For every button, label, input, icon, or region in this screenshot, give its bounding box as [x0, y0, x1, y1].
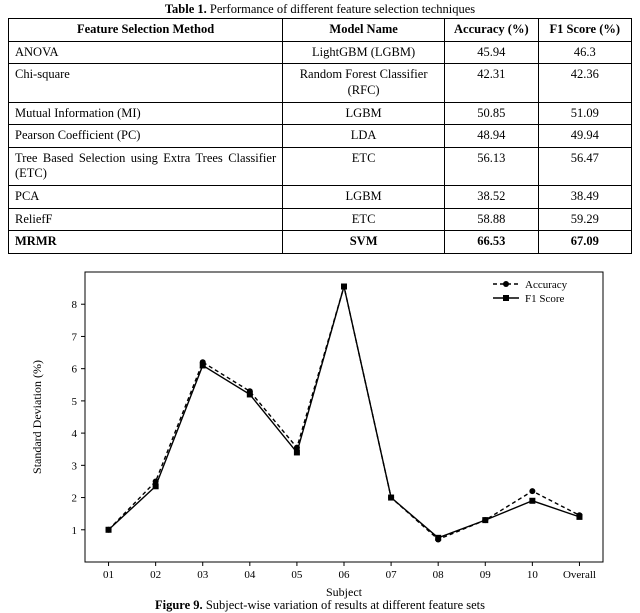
- x-tick-label: 05: [291, 569, 303, 581]
- cell-method: Mutual Information (MI): [9, 102, 283, 125]
- cell-model: LGBM: [283, 102, 445, 125]
- legend-label: F1 Score: [525, 293, 565, 305]
- table-row: Chi-squareRandom Forest Classifier (RFC)…: [9, 64, 632, 102]
- table-row: PCALGBM38.5238.49: [9, 186, 632, 209]
- cell-model: ETC: [283, 208, 445, 231]
- square-marker-icon: [247, 391, 253, 397]
- table-header: F1 Score (%): [538, 19, 631, 42]
- square-marker-icon: [153, 483, 159, 489]
- cell-f1: 67.09: [538, 231, 631, 254]
- table-header: Model Name: [283, 19, 445, 42]
- cell-accuracy: 50.85: [445, 102, 538, 125]
- y-tick-label: 6: [72, 364, 78, 376]
- cell-method: ReliefF: [9, 208, 283, 231]
- y-axis-label: Standard Deviation (%): [30, 360, 44, 474]
- cell-f1: 51.09: [538, 102, 631, 125]
- table-header: Feature Selection Method: [9, 19, 283, 42]
- square-marker-icon: [200, 362, 206, 368]
- table-caption: Table 1. Performance of different featur…: [8, 2, 632, 17]
- chart: 1 2 3 4 5 6 7 8 01 02 03 04 05 06 07 08 09 10 Overall Subje…: [25, 260, 615, 600]
- y-tick-label: 1: [72, 525, 78, 537]
- cell-method: ANOVA: [9, 41, 283, 64]
- cell-model: Random Forest Classifier (RFC): [283, 64, 445, 102]
- y-tick-label: 7: [72, 331, 78, 343]
- x-tick-label: 09: [480, 569, 492, 581]
- table-row: ANOVALightGBM (LGBM)45.9446.3: [9, 41, 632, 64]
- cell-model: LDA: [283, 125, 445, 148]
- square-marker-icon: [106, 527, 112, 533]
- x-tick-label: 04: [244, 569, 256, 581]
- square-marker-icon: [341, 283, 347, 289]
- cell-method: Tree Based Selection using Extra Trees C…: [9, 147, 283, 185]
- results-table: Feature Selection MethodModel NameAccura…: [8, 18, 632, 254]
- legend-label: Accuracy: [525, 279, 568, 291]
- table-header: Accuracy (%): [445, 19, 538, 42]
- circle-marker-icon: [529, 488, 535, 494]
- square-marker-icon: [576, 514, 582, 520]
- x-tick-label: 08: [433, 569, 445, 581]
- x-tick-label: 06: [339, 569, 351, 581]
- cell-accuracy: 45.94: [445, 41, 538, 64]
- square-marker-icon: [503, 295, 509, 301]
- cell-f1: 56.47: [538, 147, 631, 185]
- cell-f1: 38.49: [538, 186, 631, 209]
- cell-accuracy: 48.94: [445, 125, 538, 148]
- cell-f1: 46.3: [538, 41, 631, 64]
- cell-accuracy: 56.13: [445, 147, 538, 185]
- cell-method: Chi-square: [9, 64, 283, 102]
- x-tick-label: 07: [386, 569, 398, 581]
- table-row: Mutual Information (MI)LGBM50.8551.09: [9, 102, 632, 125]
- table-row: ReliefFETC58.8859.29: [9, 208, 632, 231]
- table-row: Pearson Coefficient (PC)LDA48.9449.94: [9, 125, 632, 148]
- cell-method: PCA: [9, 186, 283, 209]
- cell-f1: 49.94: [538, 125, 631, 148]
- cell-accuracy: 58.88: [445, 208, 538, 231]
- y-tick-label: 5: [72, 396, 78, 408]
- cell-accuracy: 42.31: [445, 64, 538, 102]
- square-marker-icon: [529, 498, 535, 504]
- series-line: [109, 286, 580, 537]
- cell-f1: 42.36: [538, 64, 631, 102]
- table-row: MRMRSVM66.5367.09: [9, 231, 632, 254]
- y-tick-label: 3: [72, 460, 78, 472]
- cell-method: Pearson Coefficient (PC): [9, 125, 283, 148]
- cell-model: SVM: [283, 231, 445, 254]
- cell-f1: 59.29: [538, 208, 631, 231]
- square-marker-icon: [482, 517, 488, 523]
- x-tick-label: 02: [150, 569, 161, 581]
- table-row: Tree Based Selection using Extra Trees C…: [9, 147, 632, 185]
- cell-model: ETC: [283, 147, 445, 185]
- y-tick-label: 2: [72, 492, 78, 504]
- x-tick-label: 03: [197, 569, 209, 581]
- x-tick-label: Overall: [563, 569, 596, 581]
- figure-caption: Figure 9. Subject-wise variation of resu…: [8, 598, 632, 613]
- x-axis-label: Subject: [326, 585, 363, 599]
- cell-accuracy: 38.52: [445, 186, 538, 209]
- x-tick-label: 01: [103, 569, 114, 581]
- cell-model: LightGBM (LGBM): [283, 41, 445, 64]
- cell-model: LGBM: [283, 186, 445, 209]
- y-tick-label: 4: [72, 428, 78, 440]
- y-tick-label: 8: [72, 299, 78, 311]
- cell-accuracy: 66.53: [445, 231, 538, 254]
- cell-method: MRMR: [9, 231, 283, 254]
- x-tick-label: 10: [527, 569, 539, 581]
- circle-marker-icon: [503, 281, 509, 287]
- series-line: [109, 286, 580, 539]
- square-marker-icon: [435, 535, 441, 541]
- square-marker-icon: [294, 449, 300, 455]
- square-marker-icon: [388, 494, 394, 500]
